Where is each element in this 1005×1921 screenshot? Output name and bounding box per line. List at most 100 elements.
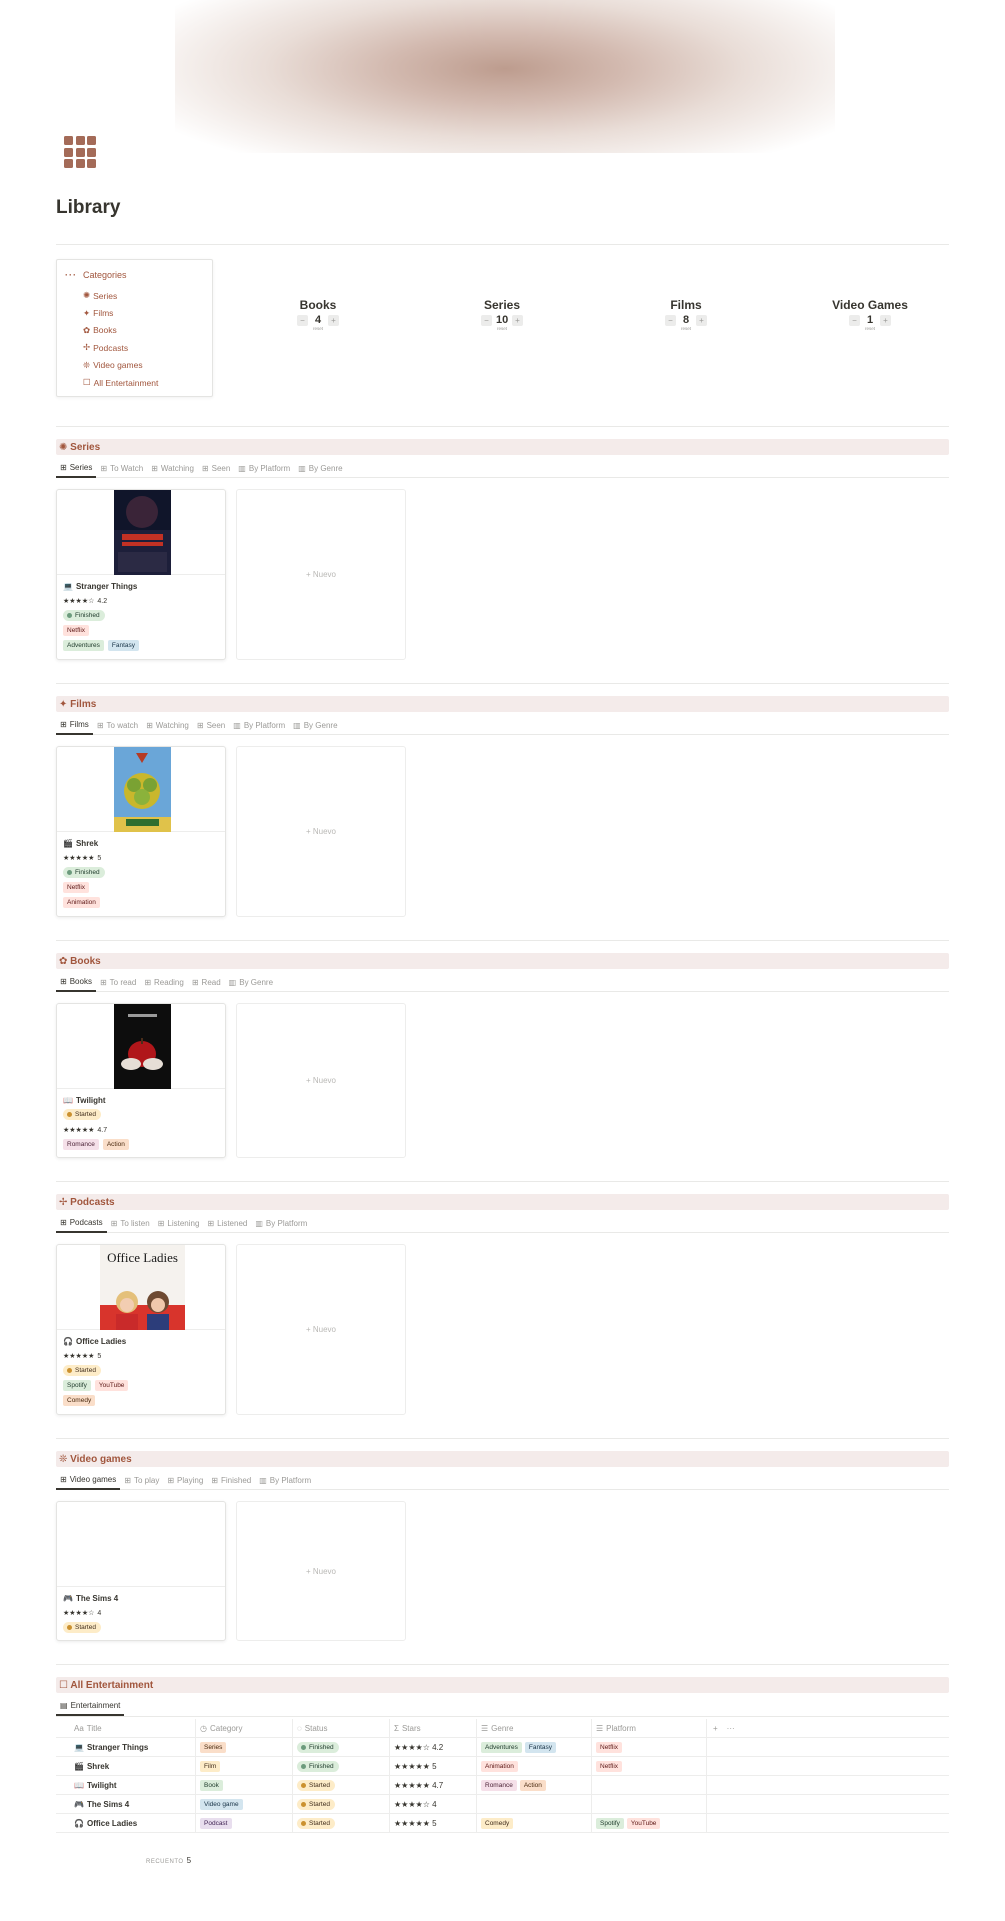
row-title[interactable]: Stranger Things [87, 1743, 148, 1752]
tab-finished[interactable]: ⊞ Finished [207, 1471, 255, 1489]
gallery-icon: ⊞ [60, 1218, 67, 1227]
table-count[interactable]: RECUENTO 5 [146, 1856, 191, 1865]
gallery-icon: ⊞ [157, 1218, 165, 1228]
card-office-ladies[interactable]: Office Ladies 🎧 Office Ladies ★★★★★ 5 Star… [56, 1244, 226, 1415]
add-column-icon[interactable]: + [713, 1724, 718, 1733]
category-link-books[interactable]: ✿ Books [83, 322, 158, 339]
increment-button[interactable]: + [512, 314, 523, 326]
tab-podcasts[interactable]: ⊞ Podcasts [56, 1214, 107, 1233]
row-title[interactable]: Office Ladies [87, 1819, 137, 1828]
tab-by-platform[interactable]: ▥ By Platform [255, 1471, 315, 1489]
gallery-icon: ⊞ [110, 1218, 118, 1228]
column-title[interactable]: Aa Title [56, 1719, 196, 1737]
new-card-button[interactable]: + Nuevo [236, 489, 406, 660]
computer-icon: 💻 [74, 1742, 84, 1752]
stars: ★★★★☆ [63, 598, 95, 605]
categories-toggle[interactable]: ··· Categories [65, 270, 127, 280]
grid-icon[interactable] [64, 136, 96, 168]
board-icon: ▥ [293, 720, 301, 730]
tab-books[interactable]: ⊞ Books [56, 973, 96, 992]
column-genre[interactable]: ☰ Genre [477, 1719, 592, 1737]
increment-button[interactable]: + [696, 314, 707, 326]
increment-button[interactable]: + [328, 314, 339, 326]
reset-button[interactable]: reset [815, 326, 925, 331]
section-header-series[interactable]: ✺ Series [56, 439, 949, 455]
table-row[interactable]: 🎬 Shrek Film Finished ★★★★★ 5 Animation N… [56, 1757, 949, 1776]
tab-series[interactable]: ⊞ Series [56, 459, 97, 478]
tab-by-platform[interactable]: ▥ By Platform [229, 716, 289, 734]
table-icon: ▤ [60, 1701, 68, 1710]
decrement-button[interactable]: − [849, 314, 860, 326]
platform-tag: Spotify [596, 1817, 624, 1829]
decrement-button[interactable]: − [481, 314, 492, 326]
tab-watching[interactable]: ⊞ Watching [142, 716, 193, 734]
new-card-button[interactable]: + Nuevo [236, 1003, 406, 1158]
new-card-button[interactable]: + Nuevo [236, 1244, 406, 1415]
table-row[interactable]: 📖 Twilight Book Started ★★★★★ 4.7 Romance… [56, 1776, 949, 1795]
new-card-button[interactable]: + Nuevo [236, 746, 406, 917]
tab-to-watch[interactable]: ⊞ To watch [93, 716, 142, 734]
reset-button[interactable]: reset [263, 326, 373, 331]
tab-to-watch[interactable]: ⊞ To Watch [96, 459, 147, 477]
category-link-films[interactable]: ✦ Films [83, 304, 158, 321]
section-header-films[interactable]: ✦ Films [56, 696, 949, 712]
table-row[interactable]: 🎮 The Sims 4 Video game Started ★★★★☆ 4 [56, 1795, 949, 1814]
card-cover [57, 490, 225, 575]
reset-button[interactable]: reset [447, 326, 557, 331]
tab-by-platform[interactable]: ▥ By Platform [234, 459, 294, 477]
category-link-podcasts[interactable]: ✢ Podcasts [83, 339, 158, 356]
entertainment-table: Aa Title ◷ Category ◌ Status Σ Stars ☰ Genre … [56, 1719, 949, 1833]
card-twilight[interactable]: 📖 Twilight Started ★★★★★ 4.7 Romance Action [56, 1003, 226, 1158]
tab-to-read[interactable]: ⊞ To read [96, 973, 140, 991]
section-header-books[interactable]: ✿ Books [56, 953, 949, 969]
card-stranger-things[interactable]: 💻 Stranger Things ★★★★☆ 4.2 Finished Netfl… [56, 489, 226, 660]
genre-tag: Romance [481, 1779, 517, 1791]
status-badge: Finished [63, 867, 105, 878]
category-link-videogames[interactable]: ❊ Video games [83, 357, 158, 374]
row-title[interactable]: Twilight [87, 1781, 117, 1790]
tab-read[interactable]: ⊞ Read [188, 973, 225, 991]
tab-to-play[interactable]: ⊞ To play [120, 1471, 163, 1489]
twilight-poster [114, 1004, 171, 1089]
tab-to-listen[interactable]: ⊞ To listen [107, 1214, 154, 1232]
column-stars[interactable]: Σ Stars [390, 1719, 477, 1737]
card-the-sims-4[interactable]: 🎮 The Sims 4 ★★★★☆ 4 Started [56, 1501, 226, 1641]
platform-tag: YouTube [626, 1817, 661, 1829]
gallery-icon: ⊞ [151, 463, 158, 473]
genre-tag: Adventures [481, 1741, 522, 1753]
tab-playing[interactable]: ⊞ Playing [163, 1471, 207, 1489]
tab-by-genre[interactable]: ▥ By Genre [225, 973, 277, 991]
genre-tag: Romance [63, 1139, 99, 1150]
row-title[interactable]: Shrek [87, 1762, 109, 1771]
section-header-all-entertainment[interactable]: ☐ All Entertainment [56, 1677, 949, 1693]
tab-listening[interactable]: ⊞ Listening [154, 1214, 204, 1232]
category-link-all[interactable]: ☐ All Entertainment [83, 374, 158, 391]
tab-by-platform[interactable]: ▥ By Platform [251, 1214, 311, 1232]
tab-video-games[interactable]: ⊞ Video games [56, 1471, 121, 1490]
row-title[interactable]: The Sims 4 [87, 1800, 129, 1809]
section-header-videogames[interactable]: ❊ Video games [56, 1451, 949, 1467]
decrement-button[interactable]: − [297, 314, 308, 326]
tab-by-genre[interactable]: ▥ By Genre [289, 716, 341, 734]
column-category[interactable]: ◷ Category [196, 1719, 293, 1737]
table-row[interactable]: 💻 Stranger Things Series Finished ★★★★☆ 4… [56, 1738, 949, 1757]
tab-listened[interactable]: ⊞ Listened [203, 1214, 251, 1232]
card-shrek[interactable]: 🎬 Shrek ★★★★★ 5 Finished Netflix Animation [56, 746, 226, 917]
tab-by-genre[interactable]: ▥ By Genre [294, 459, 346, 477]
tab-seen[interactable]: ⊞ Seen [198, 459, 234, 477]
tab-entertainment[interactable]: ▤ Entertainment [56, 1697, 125, 1716]
section-header-podcasts[interactable]: ✢ Podcasts [56, 1194, 949, 1210]
tab-films[interactable]: ⊞ Films [56, 716, 93, 735]
new-card-button[interactable]: + Nuevo [236, 1501, 406, 1641]
tab-watching[interactable]: ⊞ Watching [147, 459, 198, 477]
tab-reading[interactable]: ⊞ Reading [140, 973, 188, 991]
category-link-series[interactable]: ✺ Series [83, 287, 158, 304]
reset-button[interactable]: reset [631, 326, 741, 331]
tab-seen[interactable]: ⊞ Seen [193, 716, 229, 734]
decrement-button[interactable]: − [665, 314, 676, 326]
column-platform[interactable]: ☰ Platform [592, 1719, 707, 1737]
more-options-icon[interactable]: ··· [727, 1724, 735, 1733]
column-status[interactable]: ◌ Status [293, 1719, 390, 1737]
table-row[interactable]: 🎧 Office Ladies Podcast Started ★★★★★ 5 C… [56, 1814, 949, 1833]
increment-button[interactable]: + [880, 314, 891, 326]
